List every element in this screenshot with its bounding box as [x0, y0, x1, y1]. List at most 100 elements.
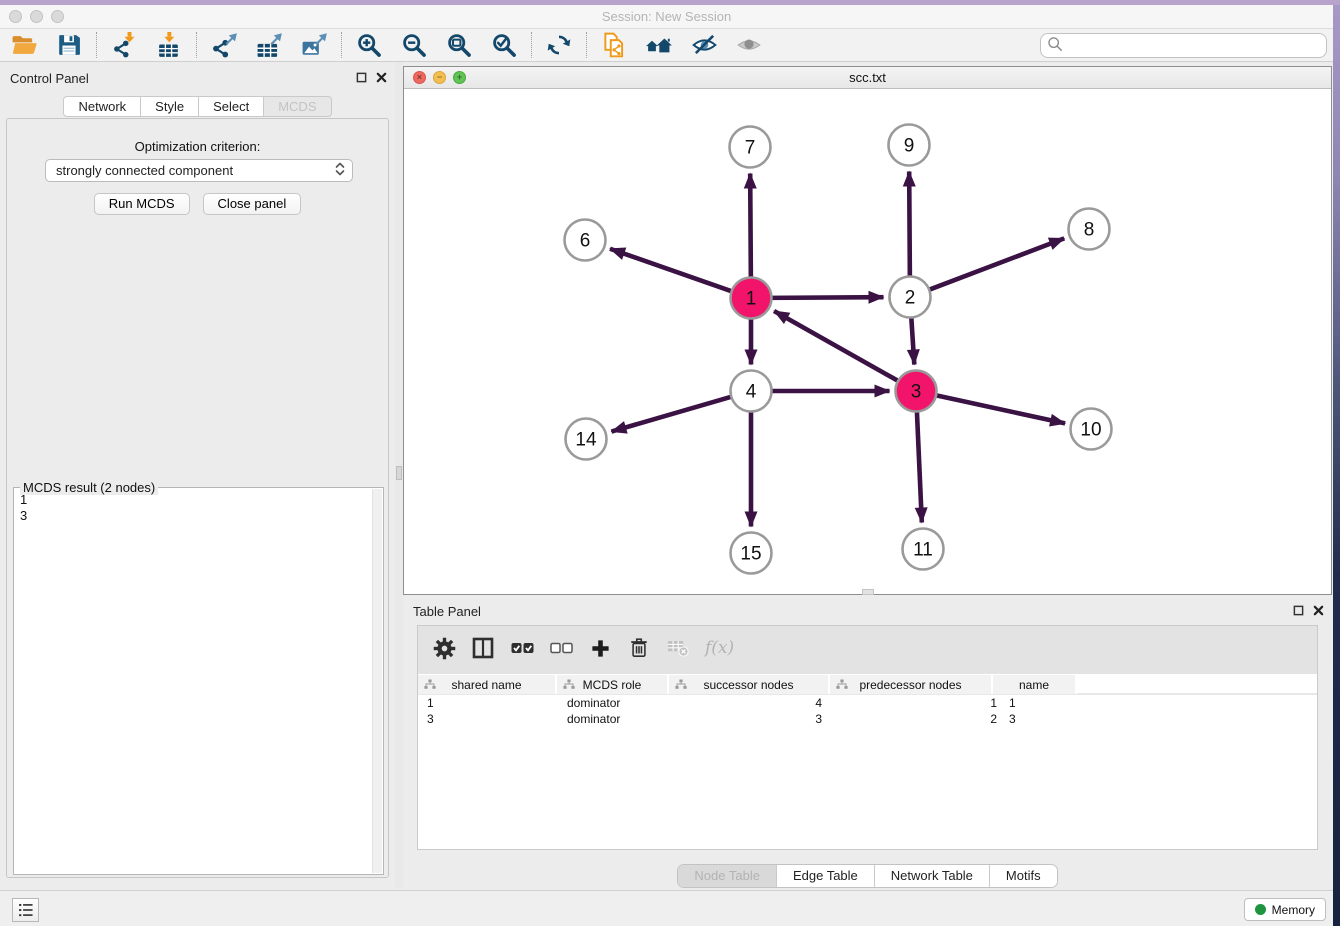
edge-1-6[interactable]: [610, 249, 734, 292]
zoom-selected-icon[interactable]: [490, 31, 518, 59]
network-window-titlebar[interactable]: × − + scc.txt: [404, 67, 1331, 89]
close-panel-icon[interactable]: [376, 71, 387, 86]
table-row[interactable]: 1dominator411: [418, 695, 1317, 711]
splitter-handle[interactable]: [396, 466, 402, 480]
node-label: 8: [1084, 220, 1095, 241]
edge-2-9[interactable]: [909, 171, 910, 278]
tab-node-table[interactable]: Node Table: [678, 865, 776, 887]
tab-select[interactable]: Select: [199, 96, 264, 117]
edge-3-1[interactable]: [774, 311, 900, 382]
mcds-result-list: 13: [14, 490, 371, 874]
toolbar-separator: [586, 32, 587, 58]
select-all-checks-icon[interactable]: [510, 635, 534, 661]
criterion-value: strongly connected component: [56, 163, 334, 178]
export-network-icon[interactable]: [210, 31, 238, 59]
show-all-icon[interactable]: [735, 31, 763, 59]
deselect-all-checks-icon[interactable]: [549, 635, 573, 661]
column-header-predecessor-nodes[interactable]: predecessor nodes: [830, 675, 993, 694]
search-input[interactable]: [1067, 38, 1320, 53]
result-scrollbar[interactable]: [372, 489, 382, 873]
graph-node-6[interactable]: 6: [565, 220, 606, 261]
table-cell[interactable]: 1: [1001, 695, 1087, 711]
import-network-icon[interactable]: [110, 31, 138, 59]
edge-4-14[interactable]: [611, 396, 733, 431]
main-titlebar: Session: New Session: [0, 5, 1333, 29]
import-table-icon[interactable]: [155, 31, 183, 59]
graph-node-2[interactable]: 2: [890, 277, 931, 318]
toolbar-separator: [196, 32, 197, 58]
zoom-out-icon[interactable]: [400, 31, 428, 59]
table-cell[interactable]: 3: [1001, 711, 1087, 727]
network-graph-canvas[interactable]: 7 9 6 8 1 2 4 3 14 10 15 11: [405, 89, 1332, 595]
first-neighbors-icon[interactable]: [645, 31, 673, 59]
column-header-MCDS-role[interactable]: MCDS role: [557, 675, 669, 694]
zoom-in-icon[interactable]: [355, 31, 383, 59]
export-image-icon[interactable]: [300, 31, 328, 59]
memory-button[interactable]: Memory: [1244, 898, 1326, 921]
refresh-icon[interactable]: [545, 31, 573, 59]
table-cell[interactable]: 4: [673, 695, 836, 711]
tab-style[interactable]: Style: [141, 96, 199, 117]
result-line: 3: [20, 508, 365, 524]
edge-2-3[interactable]: [911, 315, 914, 364]
table-cell[interactable]: 2: [836, 711, 1001, 727]
float-table-panel-icon[interactable]: [1293, 604, 1304, 619]
edge-3-10[interactable]: [934, 395, 1065, 423]
search-icon: [1047, 36, 1063, 55]
table-cell[interactable]: 1: [418, 695, 559, 711]
control-panel: Control Panel NetworkStyleSelectMCDS Opt…: [0, 62, 395, 888]
graph-node-14[interactable]: 14: [566, 419, 607, 460]
table-cell[interactable]: 3: [673, 711, 836, 727]
zoom-fit-icon[interactable]: [445, 31, 473, 59]
export-table-icon[interactable]: [255, 31, 283, 59]
edge-1-2[interactable]: [769, 297, 883, 298]
add-column-icon[interactable]: [588, 635, 612, 661]
graph-node-4[interactable]: 4: [731, 371, 772, 412]
graph-node-10[interactable]: 10: [1071, 409, 1112, 450]
float-panel-icon[interactable]: [356, 71, 367, 86]
table-row[interactable]: 3dominator323: [418, 711, 1317, 727]
tab-motifs[interactable]: Motifs: [989, 865, 1057, 887]
node-label: 2: [905, 288, 916, 309]
graph-node-3[interactable]: 3: [896, 371, 937, 412]
graph-node-1[interactable]: 1: [731, 278, 772, 319]
table-cell[interactable]: 1: [836, 695, 1001, 711]
column-header-successor-nodes[interactable]: successor nodes: [669, 675, 830, 694]
tab-network[interactable]: Network: [63, 96, 141, 117]
table-cell[interactable]: dominator: [559, 695, 673, 711]
open-session-icon[interactable]: [10, 31, 38, 59]
table-cell[interactable]: 3: [418, 711, 559, 727]
tab-mcds[interactable]: MCDS: [264, 96, 331, 117]
delete-column-icon[interactable]: [627, 635, 651, 661]
column-chooser-icon[interactable]: [471, 635, 495, 661]
close-panel-button[interactable]: Close panel: [203, 193, 302, 215]
graph-node-8[interactable]: 8: [1069, 209, 1110, 250]
search-box[interactable]: [1040, 33, 1327, 58]
node-table[interactable]: shared nameMCDS rolesuccessor nodesprede…: [418, 674, 1317, 849]
column-header-shared-name[interactable]: shared name: [418, 675, 557, 694]
save-session-icon[interactable]: [55, 31, 83, 59]
control-panel-tabs: NetworkStyleSelectMCDS: [0, 96, 395, 117]
network-view-window: × − + scc.txt 7 9 6 8 1 2 4 3 14 10 15 11: [403, 66, 1332, 595]
edge-1-7[interactable]: [750, 173, 751, 279]
hide-selected-icon[interactable]: [690, 31, 718, 59]
tab-edge-table[interactable]: Edge Table: [776, 865, 874, 887]
task-history-button[interactable]: [12, 898, 39, 922]
edge-2-8[interactable]: [927, 238, 1064, 290]
hierarchy-icon: [563, 679, 575, 693]
run-mcds-button[interactable]: Run MCDS: [94, 193, 190, 215]
edge-3-11[interactable]: [917, 409, 922, 522]
graph-node-15[interactable]: 15: [731, 533, 772, 574]
criterion-dropdown[interactable]: strongly connected component: [45, 159, 353, 182]
duplicate-network-icon[interactable]: [600, 31, 628, 59]
tab-network-table[interactable]: Network Table: [874, 865, 989, 887]
graph-node-11[interactable]: 11: [903, 529, 944, 570]
panel-splitter[interactable]: [395, 62, 403, 888]
graph-node-7[interactable]: 7: [730, 127, 771, 168]
graph-node-9[interactable]: 9: [889, 125, 930, 166]
node-label: 1: [746, 289, 757, 310]
close-table-panel-icon[interactable]: [1313, 604, 1324, 619]
table-cell[interactable]: dominator: [559, 711, 673, 727]
column-header-name[interactable]: name: [993, 675, 1077, 694]
table-settings-icon[interactable]: [432, 635, 456, 661]
